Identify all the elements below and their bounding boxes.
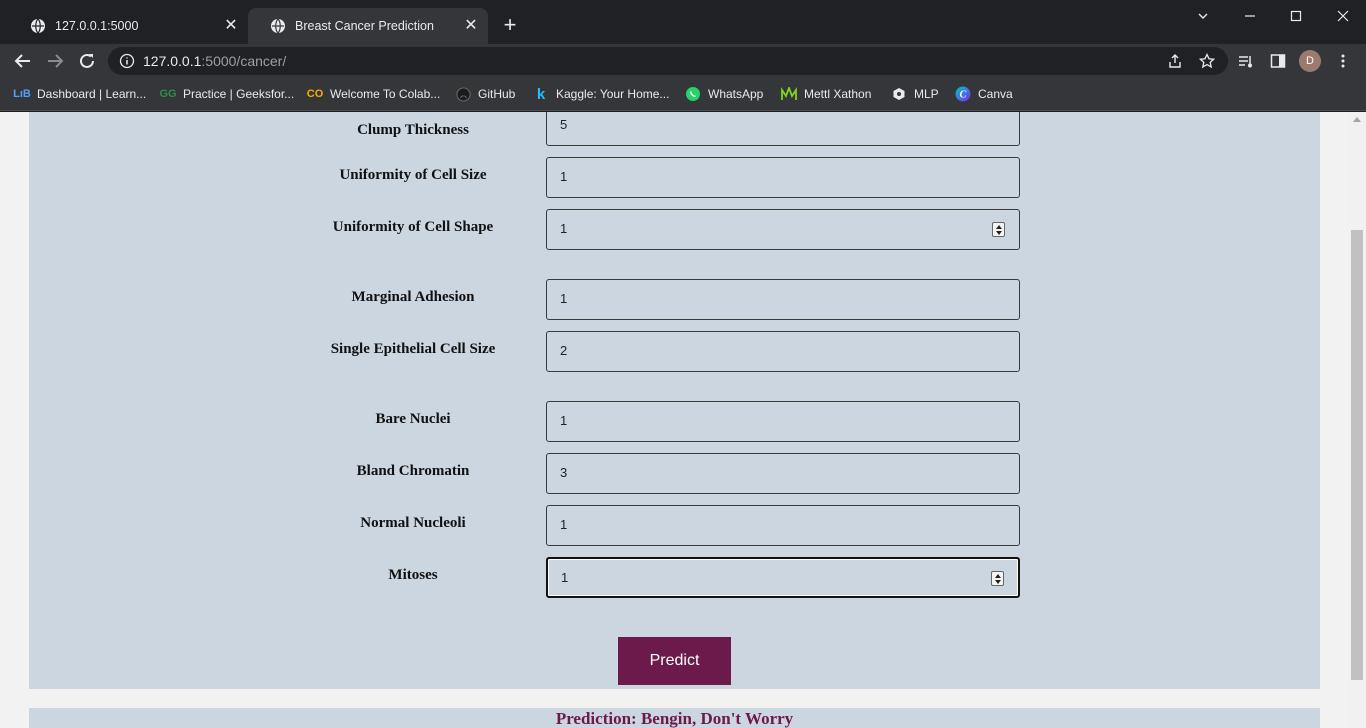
field-input[interactable]: 1: [546, 557, 1020, 598]
url-host: 127.0.0.1: [143, 53, 202, 69]
back-arrow-icon[interactable]: [11, 49, 35, 73]
new-tab-button[interactable]: +: [498, 14, 522, 38]
mettl-icon: [781, 86, 797, 102]
field-label: Bare Nuclei: [375, 411, 451, 427]
field-label: Bland Chromatin: [356, 463, 470, 479]
canva-letter: C: [960, 90, 967, 101]
globe-icon: [271, 18, 285, 34]
maximize-icon[interactable]: [1273, 4, 1319, 30]
bookmark-geeksforgeeks[interactable]: GG Practice | Geeksfor...: [159, 85, 295, 103]
share-icon[interactable]: [1164, 50, 1186, 72]
number-spinner-icon[interactable]: [992, 222, 1005, 237]
bookmark-label: GitHub: [478, 87, 516, 101]
field-value: 5: [560, 117, 568, 132]
tab-title: 127.0.0.1:5000: [55, 19, 139, 33]
bookmark-label: Mettl Xathon: [804, 87, 872, 101]
field-input[interactable]: 3: [546, 453, 1020, 494]
reload-icon[interactable]: [75, 49, 99, 73]
close-tab-icon[interactable]: ✕: [462, 17, 480, 35]
field-input[interactable]: 1: [546, 401, 1020, 442]
geeksforgeeks-icon: GG: [159, 88, 177, 100]
result-card: Prediction: Bengin, Don't Worry: [29, 708, 1320, 728]
bookmark-label: MLP: [914, 87, 939, 101]
field-label: Marginal Adhesion: [351, 289, 475, 305]
page-viewport: Clump Thickness 5 Uniformity of Cell Size 1…: [0, 112, 1366, 728]
field-input[interactable]: 1: [546, 279, 1020, 320]
tab-strip: 127.0.0.1:5000 ✕ Breast Cancer Predictio…: [0, 0, 1366, 44]
bookmark-colab[interactable]: CO Welcome To Colab...: [306, 85, 441, 103]
bookmark-whatsapp[interactable]: WhatsApp: [685, 85, 763, 103]
tab-localhost[interactable]: 127.0.0.1:5000 ✕: [8, 8, 248, 44]
bookmark-label: Practice | Geeksfor...: [183, 87, 295, 101]
field-value: 1: [561, 570, 569, 585]
bookmark-dashboard[interactable]: LıB Dashboard | Learn...: [13, 85, 147, 103]
field-label: Mitoses: [388, 567, 438, 583]
bookmarks-bar: LıB Dashboard | Learn... GG Practice | G…: [0, 78, 1366, 111]
scrollbar-thumb[interactable]: [1351, 230, 1363, 680]
field-label: Single Epithelial Cell Size: [330, 341, 496, 357]
bookmark-label: Canva: [978, 87, 1013, 101]
field-input[interactable]: 1: [546, 505, 1020, 546]
field-value: 1: [560, 517, 568, 532]
whatsapp-icon: [685, 86, 701, 102]
prediction-form: Clump Thickness 5 Uniformity of Cell Size 1…: [29, 112, 1320, 689]
globe-icon: [31, 18, 45, 34]
scroll-up-icon[interactable]: [1353, 117, 1361, 122]
browser-toolbar: 127.0.0.1:5000/cancer/ D: [0, 44, 1366, 78]
star-icon[interactable]: [1196, 50, 1218, 72]
side-panel-icon[interactable]: [1267, 50, 1289, 72]
bookmark-kaggle[interactable]: k Kaggle: Your Home...: [533, 85, 670, 103]
field-input[interactable]: 1: [546, 209, 1020, 250]
url-path: :5000/cancer/: [201, 53, 287, 69]
github-icon: [455, 86, 471, 102]
field-label: Clump Thickness: [357, 122, 469, 138]
page-scrollbar[interactable]: [1349, 112, 1366, 728]
bookmark-canva[interactable]: C Canva: [955, 85, 1013, 103]
field-value: 1: [560, 413, 568, 428]
address-bar[interactable]: 127.0.0.1:5000/cancer/: [108, 47, 1228, 75]
mlp-icon: [891, 86, 907, 102]
close-window-icon[interactable]: [1320, 4, 1366, 30]
profile-avatar[interactable]: D: [1299, 50, 1321, 72]
bookmark-mettl-xathon[interactable]: Mettl Xathon: [781, 85, 871, 103]
minimize-icon[interactable]: [1227, 4, 1273, 30]
reading-list-icon[interactable]: [1235, 50, 1257, 72]
colab-icon: CO: [306, 88, 324, 100]
learnbay-icon: LıB: [13, 88, 31, 100]
bookmark-label: WhatsApp: [708, 87, 764, 101]
field-value: 1: [560, 221, 568, 236]
predict-button[interactable]: Predict: [618, 637, 731, 685]
forward-arrow-icon[interactable]: [43, 49, 67, 73]
field-value: 1: [560, 291, 568, 306]
prediction-result: Prediction: Bengin, Don't Worry: [555, 709, 794, 728]
tab-title: Breast Cancer Prediction: [295, 19, 434, 33]
field-label: Uniformity of Cell Size: [339, 167, 487, 183]
bookmark-label: Dashboard | Learn...: [37, 87, 147, 101]
url-text: 127.0.0.1:5000/cancer/: [143, 53, 286, 69]
close-tab-icon[interactable]: ✕: [222, 17, 240, 35]
field-label: Normal Nucleoli: [360, 515, 466, 531]
bookmark-label: Kaggle: Your Home...: [556, 87, 670, 101]
field-value: 3: [560, 465, 568, 480]
info-icon[interactable]: [119, 53, 135, 69]
kaggle-icon: k: [536, 85, 546, 103]
field-input[interactable]: 2: [546, 331, 1020, 372]
number-spinner-icon[interactable]: [991, 571, 1004, 586]
tab-search-icon[interactable]: [1180, 4, 1226, 30]
field-input[interactable]: 1: [546, 157, 1020, 198]
field-input[interactable]: 5: [546, 112, 1020, 146]
field-label: Uniformity of Cell Shape: [332, 219, 494, 235]
field-value: 1: [560, 169, 568, 184]
bookmark-mlp[interactable]: MLP: [891, 85, 939, 103]
tab-breast-cancer-prediction[interactable]: Breast Cancer Prediction ✕: [248, 8, 488, 44]
more-menu-icon[interactable]: [1332, 50, 1354, 72]
bookmark-label: Welcome To Colab...: [330, 87, 441, 101]
canva-icon: C: [955, 86, 971, 102]
field-value: 2: [560, 343, 568, 358]
bookmark-github[interactable]: GitHub: [455, 85, 515, 103]
